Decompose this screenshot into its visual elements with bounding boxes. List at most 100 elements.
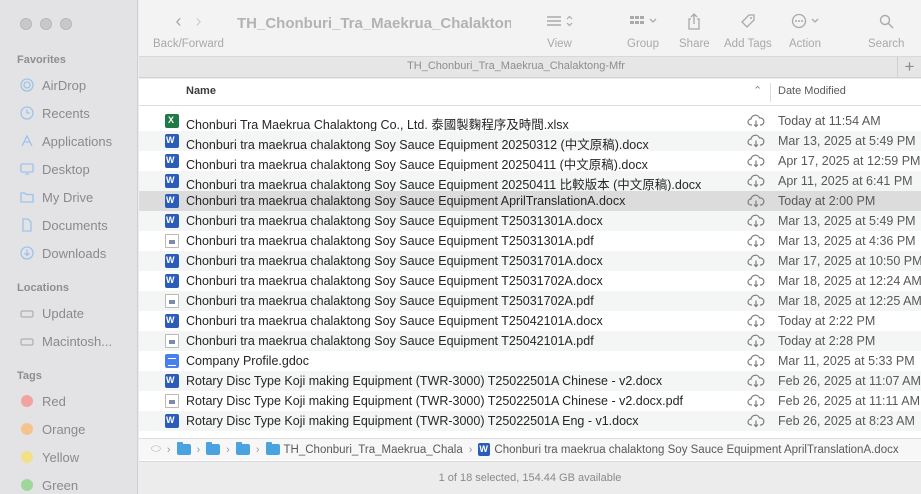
cloud-download-icon[interactable] — [747, 214, 765, 228]
sort-chevron-up-icon[interactable]: ⌃ — [753, 84, 762, 97]
sidebar-tag-orange[interactable]: Orange — [20, 418, 85, 440]
cloud-download-icon[interactable] — [747, 254, 765, 268]
word-document-icon — [165, 314, 179, 328]
cloud-download-icon[interactable] — [747, 134, 765, 148]
search-button[interactable]: Search — [868, 10, 904, 50]
file-row[interactable]: Chonburi tra maekrua chalaktong Soy Sauc… — [139, 131, 921, 152]
file-date-modified: Today at 2:00 PM — [778, 194, 876, 208]
file-row[interactable]: Chonburi tra maekrua chalaktong Soy Sauc… — [139, 271, 921, 291]
group-label: Group — [627, 38, 659, 50]
file-row[interactable]: Rotary Disc Type Koji making Equipment (… — [139, 391, 921, 411]
folder-icon[interactable] — [265, 442, 280, 455]
file-list: Name ⌃ Date Modified Chonburi Tra Maekru… — [139, 79, 921, 465]
column-divider[interactable] — [770, 83, 771, 102]
sidebar-tag-yellow[interactable]: Yellow — [20, 446, 79, 468]
toolbar: ‹ › Back/Forward TH_Chonburi_Tra_Maekrua… — [139, 0, 921, 56]
sidebar-item-airdrop[interactable]: AirDrop — [20, 74, 86, 96]
file-row[interactable]: Rotary Disc Type Koji making Equipment (… — [139, 371, 921, 391]
zoom-window-button[interactable] — [60, 18, 72, 30]
file-row[interactable]: Chonburi tra maekrua chalaktong Soy Sauc… — [139, 331, 921, 351]
file-row[interactable]: Chonburi tra maekrua chalaktong Soy Sauc… — [139, 151, 921, 172]
search-label: Search — [868, 38, 905, 50]
file-row[interactable]: Chonburi tra maekrua chalaktong Soy Sauc… — [139, 211, 921, 231]
cloud-download-icon[interactable] — [747, 294, 765, 308]
file-row[interactable]: Chonburi tra maekrua chalaktong Soy Sauc… — [139, 171, 921, 192]
share-button[interactable]: Share — [679, 10, 710, 50]
green-tag-dot-icon — [21, 479, 33, 491]
sidebar-item-recents[interactable]: Recents — [20, 102, 90, 124]
new-tab-button[interactable]: + — [897, 57, 921, 78]
path-bar: ⬭ › › › › TH_Chonburi_Tra_Maekrua_Chala … — [139, 438, 921, 460]
minimize-window-button[interactable] — [40, 18, 52, 30]
cloud-download-icon[interactable] — [747, 314, 765, 328]
file-row[interactable]: Chonburi Tra Maekrua Chalaktong Co., Ltd… — [139, 111, 921, 132]
finder-window: Favorites AirDrop Recents Applications D… — [0, 0, 921, 494]
date-modified-column-header[interactable]: Date Modified — [778, 85, 846, 97]
view-button[interactable]: View — [546, 10, 573, 50]
cloud-download-icon[interactable] — [747, 154, 765, 168]
sidebar-tag-red[interactable]: Red — [20, 390, 66, 412]
window-title: TH_Chonburi_Tra_Maekrua_Chalakton... — [237, 15, 511, 32]
folder-icon[interactable] — [235, 442, 250, 455]
sidebar-item-update[interactable]: Update — [20, 302, 84, 324]
back-forward-button[interactable]: ‹ › Back/Forward — [153, 10, 224, 51]
name-column-header[interactable]: Name — [186, 85, 216, 97]
file-name: Chonburi tra maekrua chalaktong Soy Sauc… — [186, 294, 594, 308]
cloud-download-icon[interactable] — [747, 374, 765, 388]
file-row[interactable]: Chonburi tra maekrua chalaktong Soy Sauc… — [139, 291, 921, 311]
cloud-download-icon[interactable] — [747, 274, 765, 288]
back-forward-label: Back/Forward — [153, 38, 224, 50]
file-row[interactable]: Company Profile.gdoc Mar 11, 2025 at 5:33… — [139, 351, 921, 371]
folder-icon[interactable] — [206, 442, 221, 455]
word-document-icon[interactable] — [478, 443, 491, 456]
desktop-icon — [20, 162, 34, 176]
chevron-updown-icon — [566, 15, 573, 27]
cloud-download-icon[interactable] — [747, 114, 765, 128]
sidebar-item-my-drive[interactable]: My Drive — [20, 186, 93, 208]
file-row[interactable]: Chonburi tra maekrua chalaktong Soy Sauc… — [139, 251, 921, 271]
chevron-down-icon — [811, 18, 819, 23]
close-window-button[interactable] — [20, 18, 32, 30]
yellow-tag-dot-icon — [21, 451, 33, 463]
sidebar-item-downloads[interactable]: Downloads — [20, 242, 106, 264]
word-document-icon — [165, 274, 179, 288]
cloud-download-icon[interactable] — [747, 414, 765, 428]
file-date-modified: Mar 13, 2025 at 4:36 PM — [778, 234, 916, 248]
path-file-name[interactable]: Chonburi tra maekrua chalaktong Soy Sauc… — [494, 444, 898, 456]
sidebar-item-label: Red — [42, 393, 66, 409]
tags-heading: Tags — [17, 370, 42, 382]
sidebar-item-desktop[interactable]: Desktop — [20, 158, 90, 180]
file-row[interactable]: Chonburi tra maekrua chalaktong Soy Sauc… — [139, 231, 921, 251]
cloud-download-icon[interactable] — [747, 234, 765, 248]
path-separator: › — [468, 443, 473, 456]
tab-title[interactable]: TH_Chonburi_Tra_Maekrua_Chalaktong-Mfr — [139, 60, 893, 72]
file-row[interactable]: Chonburi tra maekrua chalaktong Soy Sauc… — [139, 311, 921, 331]
sidebar-item-applications[interactable]: Applications — [20, 130, 112, 152]
cloud-download-icon[interactable] — [747, 174, 765, 188]
file-date-modified: Mar 13, 2025 at 5:49 PM — [778, 214, 916, 228]
cloud-download-icon[interactable] — [747, 354, 765, 368]
path-separator: › — [196, 443, 201, 456]
folder-icon[interactable] — [176, 442, 191, 455]
sidebar-tag-green[interactable]: Green — [20, 474, 78, 494]
sidebar-item-label: Yellow — [42, 449, 80, 465]
file-date-modified: Feb 26, 2025 at 8:23 AM — [778, 414, 915, 428]
action-button[interactable]: Action — [789, 10, 821, 50]
word-document-icon — [165, 154, 179, 168]
file-date-modified: Mar 13, 2025 at 5:49 PM — [778, 134, 916, 148]
cloud-download-icon[interactable] — [747, 394, 765, 408]
cloud-download-icon[interactable] — [747, 334, 765, 348]
excel-spreadsheet-icon — [165, 114, 179, 128]
back-arrow-icon[interactable]: ‹ — [175, 11, 181, 32]
path-folder-name[interactable]: TH_Chonburi_Tra_Maekrua_Chala — [284, 444, 463, 456]
sidebar-item-macintosh[interactable]: Macintosh... — [20, 330, 112, 352]
cloud-download-icon[interactable] — [747, 194, 765, 208]
sidebar-item-documents[interactable]: Documents — [20, 214, 108, 236]
file-row[interactable]: Rotary Disc Type Koji making Equipment (… — [139, 411, 921, 431]
computer-icon[interactable]: ⬭ — [151, 443, 161, 456]
file-name: Chonburi tra maekrua chalaktong Soy Sauc… — [186, 214, 603, 228]
forward-arrow-icon[interactable]: › — [195, 11, 201, 32]
group-button[interactable]: Group — [627, 10, 659, 50]
file-row[interactable]: Chonburi tra maekrua chalaktong Soy Sauc… — [139, 191, 921, 211]
add-tags-button[interactable]: Add Tags — [724, 10, 772, 50]
